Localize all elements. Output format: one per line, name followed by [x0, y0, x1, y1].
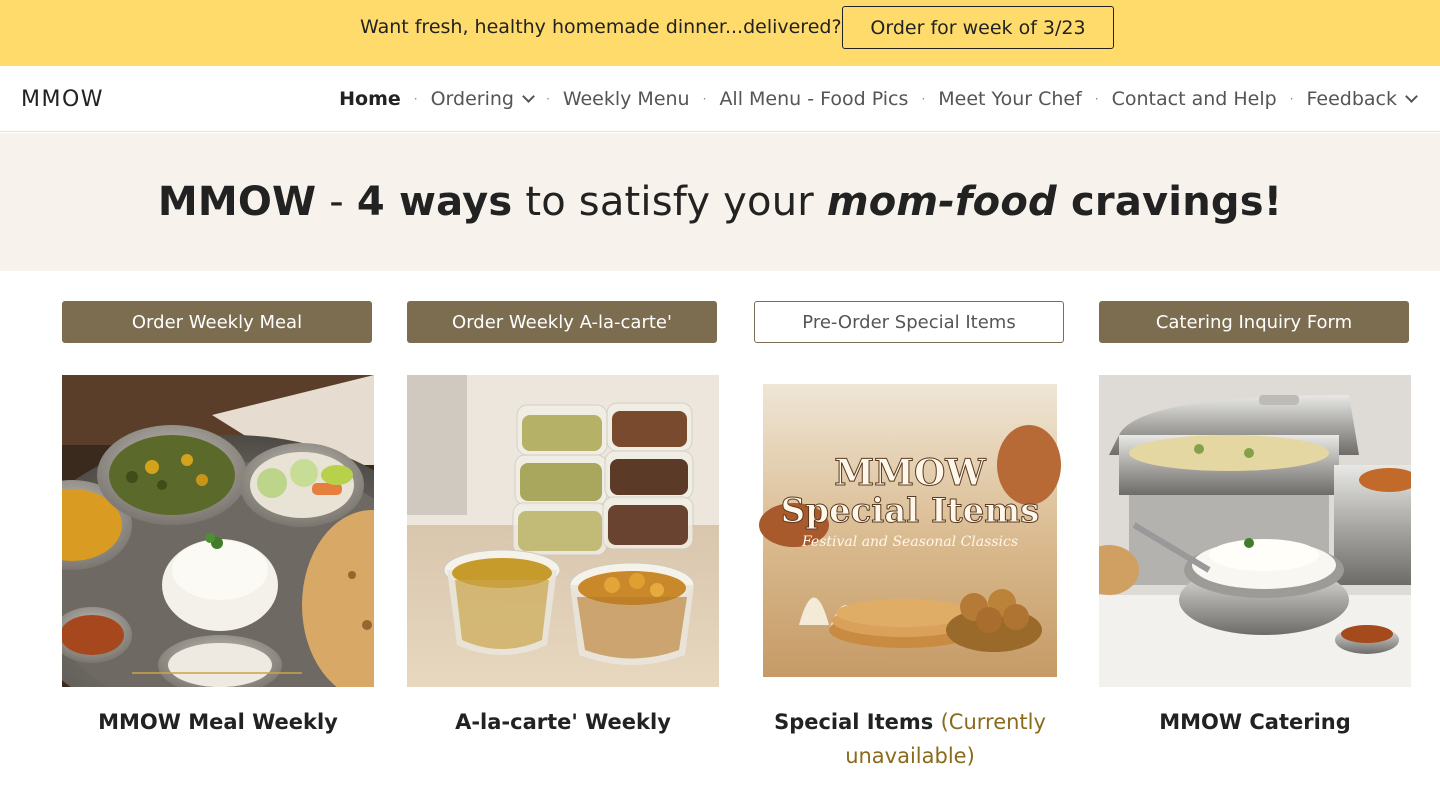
special-image-line3: Festival and Seasonal Classics [801, 534, 1018, 550]
hero-banner: MMOW - 4 ways to satisfy your mom-food c… [0, 133, 1440, 271]
announcement-bar: Want fresh, healthy homemade dinner...de… [0, 0, 1440, 66]
containers-illustration [407, 375, 719, 687]
nav-separator: · [1289, 92, 1294, 106]
card-special-items: Pre-Order Special Items MMOW Special Ite… [754, 301, 1066, 768]
hero-middle: to satisfy your [512, 179, 827, 225]
nav-all-menu-food-pics[interactable]: All Menu - Food Pics [719, 88, 908, 110]
nav-ordering[interactable]: Ordering [430, 88, 535, 110]
nav-separator: · [921, 92, 926, 106]
nav-weekly-menu-label: Weekly Menu [562, 88, 690, 110]
nav-meet-chef-label: Meet Your Chef [938, 88, 1082, 110]
site-header: MMOW Home · Ordering · Weekly Menu · All… [0, 66, 1440, 132]
catering-caption: MMOW Catering [1159, 710, 1351, 734]
special-items-title: Special Items [774, 710, 934, 734]
nav-separator: · [413, 92, 418, 106]
nav-separator: · [702, 92, 707, 106]
nav-ordering-label: Ordering [430, 88, 514, 110]
nav-contact-help[interactable]: Contact and Help [1112, 88, 1277, 110]
chevron-down-icon [522, 90, 535, 103]
nav-separator: · [1094, 92, 1099, 106]
announcement-text: Want fresh, healthy homemade dinner...de… [360, 16, 842, 38]
special-items-illustration: MMOW Special Items Festival and Seasonal… [754, 375, 1066, 687]
order-week-button[interactable]: Order for week of 3/23 [842, 6, 1114, 49]
hero-italic: mom-food [826, 179, 1057, 225]
catering-image[interactable] [1099, 375, 1411, 687]
weekly-meal-image[interactable] [62, 375, 374, 687]
nav-feedback-label: Feedback [1306, 88, 1397, 110]
nav-contact-label: Contact and Help [1111, 88, 1277, 110]
special-items-caption: Special Items (Currently unavailable) [754, 705, 1066, 773]
main-nav: Home · Ordering · Weekly Menu · All Menu… [339, 66, 1418, 132]
weekly-meal-caption: MMOW Meal Weekly [98, 710, 338, 734]
special-items-image[interactable]: MMOW Special Items Festival and Seasonal… [754, 375, 1066, 687]
chevron-down-icon [1405, 90, 1418, 103]
hero-brand: MMOW [157, 179, 317, 225]
special-image-line2: Special Items [781, 491, 1040, 531]
thali-plate-illustration [62, 375, 374, 687]
a-la-carte-caption: A-la-carte' Weekly [455, 710, 671, 734]
nav-home-label: Home [339, 88, 401, 110]
hero-emphasis: 4 ways [356, 179, 513, 225]
order-weekly-meal-button[interactable]: Order Weekly Meal [62, 301, 372, 343]
catering-inquiry-form-button[interactable]: Catering Inquiry Form [1099, 301, 1409, 343]
a-la-carte-image[interactable] [407, 375, 719, 687]
nav-all-menu-label: All Menu - Food Pics [719, 88, 909, 110]
card-a-la-carte: Order Weekly A-la-carte' A-la-carte' Wee… [407, 301, 719, 734]
nav-home[interactable]: Home [339, 88, 401, 110]
nav-feedback[interactable]: Feedback [1306, 88, 1418, 110]
hero-title: MMOW - 4 ways to satisfy your mom-food c… [158, 179, 1282, 225]
nav-separator: · [545, 92, 550, 106]
hero-dash: - [316, 179, 357, 225]
special-image-line1: MMOW [834, 452, 986, 494]
order-weekly-a-la-carte-button[interactable]: Order Weekly A-la-carte' [407, 301, 717, 343]
card-weekly-meal: Order Weekly Meal MMOW Meal Weekly [62, 301, 374, 734]
card-catering: Catering Inquiry Form MMOW Catering [1099, 301, 1411, 734]
nav-meet-your-chef[interactable]: Meet Your Chef [938, 88, 1082, 110]
hero-end: cravings! [1056, 179, 1283, 225]
site-logo[interactable]: MMOW [21, 87, 104, 112]
pre-order-special-items-button[interactable]: Pre-Order Special Items [754, 301, 1064, 343]
catering-illustration [1099, 375, 1411, 687]
nav-weekly-menu[interactable]: Weekly Menu [563, 88, 690, 110]
